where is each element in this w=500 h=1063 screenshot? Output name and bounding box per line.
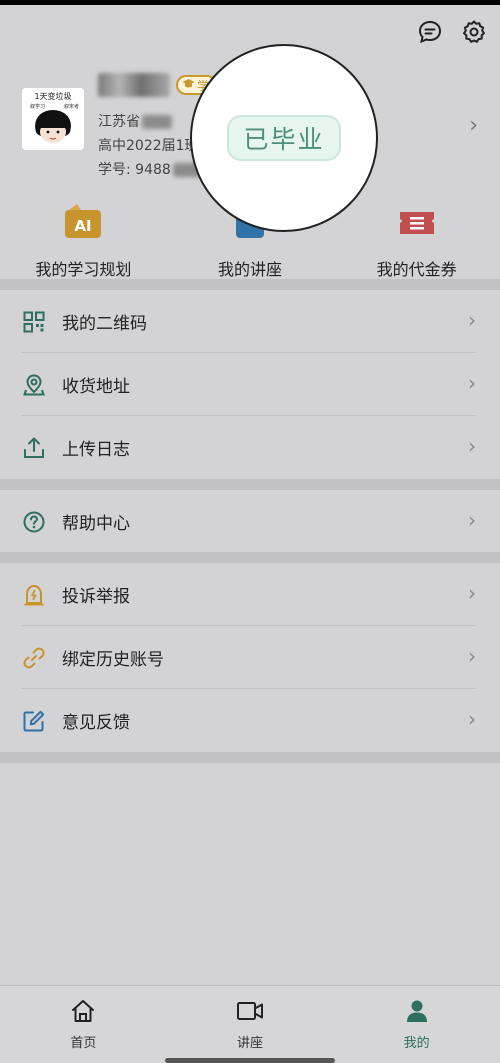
chevron-right-icon: › (468, 644, 476, 668)
class-line: 高中2022届1班 (98, 138, 199, 154)
chevron-right-icon: › (468, 308, 476, 332)
menu-item-label: 意见反馈 (62, 713, 130, 733)
svg-text:AI: AI (75, 217, 92, 235)
blurred-region (142, 115, 172, 129)
chevron-right-icon: › (468, 434, 476, 458)
location-pin-icon (22, 373, 46, 397)
chevron-right-icon: › (469, 113, 478, 138)
voucher-icon (397, 204, 437, 240)
gear-icon[interactable] (460, 18, 488, 46)
menu-item-label: 帮助中心 (62, 514, 130, 534)
section-divider (0, 552, 500, 563)
menu-item-label: 收货地址 (62, 377, 130, 397)
student-id-line: 学号: 9488 (98, 159, 203, 179)
menu-item-label: 绑定历史账号 (62, 650, 164, 670)
shortcut-label: 我的讲座 (218, 260, 283, 279)
chat-bubble-icon[interactable] (416, 18, 444, 46)
section-divider (0, 279, 500, 290)
edit-icon (22, 709, 46, 733)
menu-item-help-center[interactable]: 帮助中心 › (0, 490, 500, 553)
menu-item-feedback[interactable]: 意见反馈 › (0, 689, 500, 752)
nav-label: 我的 (403, 1036, 430, 1051)
nickname-blurred (98, 73, 170, 97)
avatar-caption-top: 1天变垃圾 (34, 91, 71, 101)
avatar[interactable]: 1天变垃圾 叙学习 叙末考 (22, 88, 84, 150)
location-line: 江苏省 (98, 111, 172, 131)
home-icon (70, 998, 96, 1028)
graduation-status-tag: 已毕业 (227, 115, 341, 161)
avatar-caption-left: 叙学习 (30, 103, 45, 110)
magnifier-overlay: 已毕业 (190, 44, 378, 232)
section-divider (0, 752, 500, 763)
header-actions (416, 18, 488, 46)
nav-label: 讲座 (237, 1036, 264, 1051)
person-icon (404, 998, 430, 1028)
graduation-cap-icon (182, 78, 195, 92)
avatar-caption-right: 叙末考 (64, 103, 79, 110)
qr-code-icon (22, 310, 46, 334)
chevron-right-icon: › (468, 508, 476, 532)
menu-group-help: 帮助中心 › (0, 490, 500, 553)
chevron-right-icon: › (468, 581, 476, 605)
chevron-right-icon: › (468, 707, 476, 731)
home-indicator (165, 1058, 335, 1063)
ai-plan-icon: AI (63, 204, 103, 240)
student-id-text: 学号: 9488 (98, 162, 171, 178)
menu-item-label: 我的二维码 (62, 314, 147, 334)
chevron-right-icon: › (468, 371, 476, 395)
menu-item-label: 投诉举报 (62, 587, 130, 607)
section-divider (0, 479, 500, 490)
menu-item-address[interactable]: 收货地址 › (0, 353, 500, 416)
menu-group-account: 我的二维码 › 收货地址 › 上传日志 › (0, 290, 500, 479)
menu-group-feedback: 投诉举报 › 绑定历史账号 › 意见反馈 › (0, 563, 500, 752)
link-icon (22, 646, 46, 670)
nav-lectures[interactable]: 讲座 (167, 986, 334, 1063)
menu-item-bind-account[interactable]: 绑定历史账号 › (0, 626, 500, 689)
location-text: 江苏省 (98, 114, 140, 130)
nav-mine[interactable]: 我的 (333, 986, 500, 1063)
menu-item-label: 上传日志 (62, 440, 130, 460)
help-circle-icon (22, 510, 46, 534)
shortcut-label: 我的学习规划 (35, 260, 132, 279)
nav-home[interactable]: 首页 (0, 986, 167, 1063)
menu-item-qr-code[interactable]: 我的二维码 › (0, 290, 500, 353)
video-camera-icon (236, 998, 264, 1028)
nav-label: 首页 (70, 1036, 97, 1051)
bottom-nav: 首页 讲座 我的 (0, 985, 500, 1063)
shortcut-vouchers[interactable]: 我的代金券 (333, 200, 500, 280)
shortcut-label: 我的代金券 (376, 260, 457, 279)
status-bar (0, 0, 500, 5)
menu-item-upload-log[interactable]: 上传日志 › (0, 416, 500, 479)
alarm-icon (22, 583, 46, 607)
shortcut-study-plan[interactable]: AI 我的学习规划 (0, 200, 167, 280)
upload-icon (22, 436, 46, 460)
menu-item-report[interactable]: 投诉举报 › (0, 563, 500, 626)
